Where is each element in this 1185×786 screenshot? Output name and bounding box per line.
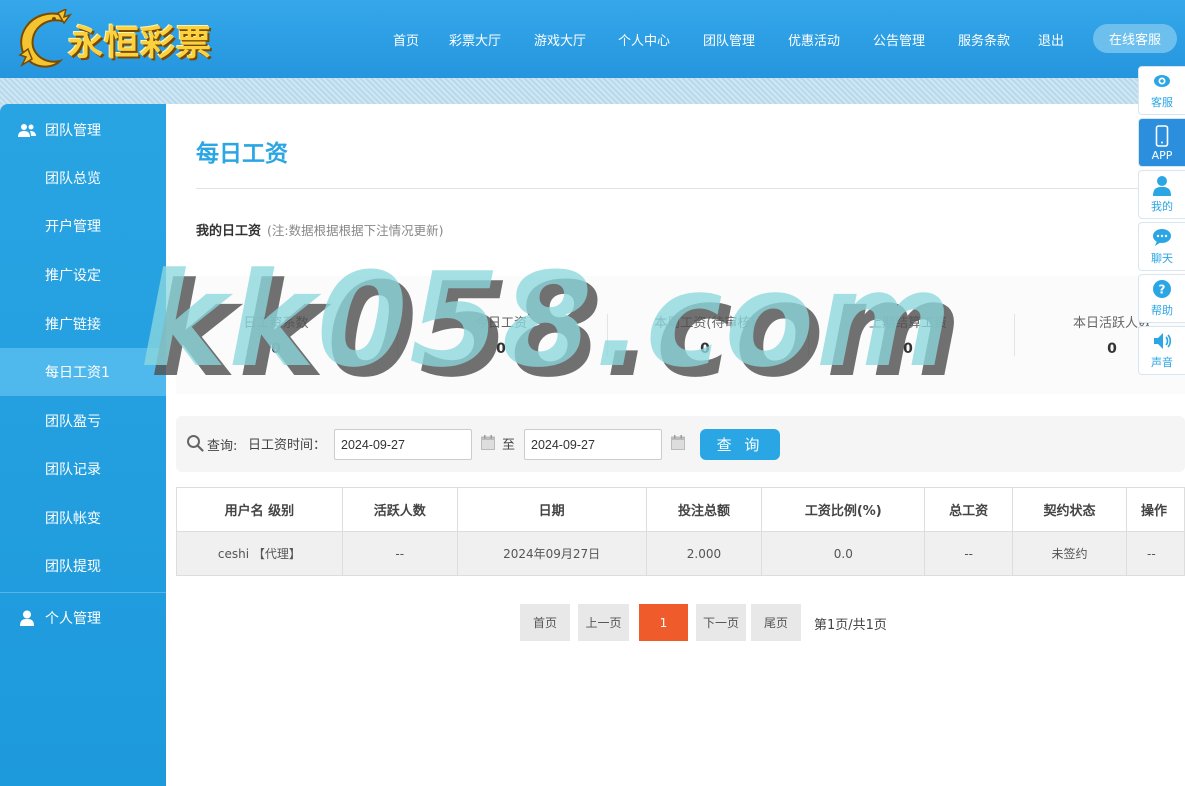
site-logo[interactable]: 永恒彩票 — [14, 8, 212, 72]
main-content: 每日工资 我的日工资 (注:数据根据根据下注情况更新) 日工资系数 0 今日工资 … — [166, 104, 1185, 786]
calendar-icon[interactable] — [671, 435, 685, 450]
sidebar-personal-header[interactable]: 个人管理 — [0, 594, 166, 642]
svg-text:?: ? — [1159, 283, 1166, 297]
page-last-button[interactable]: 尾页 — [751, 604, 801, 641]
to-label: 至 — [502, 438, 516, 453]
online-service-button[interactable]: 在线客服 — [1093, 24, 1177, 53]
sidebar-item-team-records[interactable]: 团队记录 — [0, 445, 166, 493]
phone-icon — [1155, 125, 1169, 147]
float-sound[interactable]: 声音 — [1138, 326, 1185, 375]
watermark-text: kk058.com — [140, 244, 954, 396]
float-help[interactable]: ? 帮助 — [1138, 274, 1185, 323]
nav-home[interactable]: 首页 — [380, 30, 432, 49]
nav-promotions[interactable]: 优惠活动 — [781, 30, 847, 49]
col-header-user-level: 用户名 级别 — [176, 487, 343, 532]
chat-icon — [1153, 229, 1171, 246]
page-current-button[interactable]: 1 — [639, 604, 688, 641]
table-row: ceshi 【代理】 -- 2024年09月27日 2.000 0.0 -- 未… — [176, 531, 1185, 576]
cell-bet-total: 2.000 — [645, 531, 763, 576]
col-header-salary-ratio: 工资比例(%) — [761, 487, 926, 532]
top-header: 永恒彩票 首页 彩票大厅 游戏大厅 个人中心 团队管理 优惠活动 公告管理 服务… — [0, 0, 1185, 78]
float-label: 声音 — [1151, 356, 1173, 369]
sidebar-item-account-open[interactable]: 开户管理 — [0, 202, 166, 250]
calendar-icon[interactable] — [481, 435, 495, 450]
search-icon — [187, 435, 204, 452]
page-title: 每日工资 — [196, 141, 288, 167]
team-icon — [18, 124, 36, 137]
sidebar-team-header-label: 团队管理 — [45, 123, 101, 139]
user-icon — [20, 610, 34, 626]
float-label: 聊天 — [1151, 252, 1173, 265]
float-label: APP — [1151, 149, 1173, 162]
col-header-total-salary: 总工资 — [924, 487, 1014, 532]
title-divider — [196, 188, 1185, 189]
my-salary-heading: 我的日工资 (注:数据根据根据下注情况更新) — [196, 220, 443, 239]
nav-terms[interactable]: 服务条款 — [951, 30, 1017, 49]
cell-date: 2024年09月27日 — [456, 531, 647, 576]
float-mine[interactable]: 我的 — [1138, 170, 1185, 219]
nav-logout[interactable]: 退出 — [1031, 30, 1071, 49]
nav-team-management[interactable]: 团队管理 — [696, 30, 762, 49]
nav-game-hall[interactable]: 游戏大厅 — [527, 30, 593, 49]
sidebar-item-team-account-changes[interactable]: 团队帐变 — [0, 494, 166, 542]
sidebar-personal-header-label: 个人管理 — [45, 611, 101, 627]
header-strip — [0, 78, 1185, 104]
main-nav: 首页 彩票大厅 游戏大厅 个人中心 团队管理 优惠活动 公告管理 服务条款 退出 — [380, 0, 1071, 78]
nav-announcements[interactable]: 公告管理 — [866, 30, 932, 49]
query-button[interactable]: 查 询 — [700, 429, 780, 460]
headset-icon — [1154, 75, 1170, 87]
sidebar-divider — [0, 592, 166, 593]
my-salary-label: 我的日工资 — [196, 224, 262, 239]
table-header-row: 用户名 级别 活跃人数 日期 投注总额 工资比例(%) 总工资 契约状态 操作 — [176, 487, 1185, 532]
float-label: 客服 — [1151, 96, 1173, 109]
logo-text: 永恒彩票 — [68, 22, 213, 64]
date-to-input[interactable] — [524, 429, 662, 460]
float-customer-service[interactable]: 客服 — [1138, 66, 1185, 115]
salary-table: 用户名 级别 活跃人数 日期 投注总额 工资比例(%) 总工资 契约状态 操作 … — [176, 487, 1185, 576]
cell-salary-ratio: 0.0 — [761, 531, 926, 576]
sidebar: 团队管理 团队总览 开户管理 推广设定 推广链接 每日工资1 团队盈亏 团队记录… — [0, 104, 166, 786]
float-label: 我的 — [1151, 200, 1173, 213]
cell-contract-status: 未签约 — [1012, 531, 1127, 576]
float-label: 帮助 — [1151, 304, 1173, 317]
speaker-icon — [1154, 333, 1172, 349]
cell-user: ceshi 【代理】 — [176, 531, 343, 576]
page-prev-button[interactable]: 上一页 — [578, 604, 629, 641]
nav-lottery-hall[interactable]: 彩票大厅 — [442, 30, 508, 49]
sidebar-item-team-pnl[interactable]: 团队盈亏 — [0, 397, 166, 445]
cell-actions[interactable]: -- — [1125, 531, 1185, 576]
sidebar-item-team-withdraw[interactable]: 团队提现 — [0, 542, 166, 590]
salary-time-label: 日工资时间： — [248, 438, 327, 453]
float-app[interactable]: APP — [1138, 118, 1185, 167]
page-info: 第1页/共1页 — [814, 618, 887, 633]
search-bar: 查询: 日工资时间： 至 查 询 — [176, 416, 1185, 472]
col-header-date: 日期 — [456, 487, 647, 532]
date-from-input[interactable] — [334, 429, 472, 460]
col-header-active-users: 活跃人数 — [341, 487, 458, 532]
my-salary-note: (注:数据根据根据下注情况更新) — [267, 223, 444, 238]
page-first-button[interactable]: 首页 — [520, 604, 570, 641]
sidebar-team-header[interactable]: 团队管理 — [0, 106, 166, 154]
page-next-button[interactable]: 下一页 — [696, 604, 746, 641]
cell-total-salary: -- — [924, 531, 1014, 576]
query-label: 查询: — [207, 439, 238, 454]
cell-active-users: -- — [341, 531, 458, 576]
user-icon — [1153, 176, 1171, 196]
sidebar-item-team-overview[interactable]: 团队总览 — [0, 154, 166, 202]
col-header-contract-status: 契约状态 — [1012, 487, 1127, 532]
col-header-bet-total: 投注总额 — [645, 487, 763, 532]
nav-personal-center[interactable]: 个人中心 — [611, 30, 677, 49]
help-icon: ? — [1153, 280, 1171, 298]
dragon-logo-icon — [18, 9, 72, 68]
float-chat[interactable]: 聊天 — [1138, 222, 1185, 271]
col-header-actions: 操作 — [1125, 487, 1185, 532]
